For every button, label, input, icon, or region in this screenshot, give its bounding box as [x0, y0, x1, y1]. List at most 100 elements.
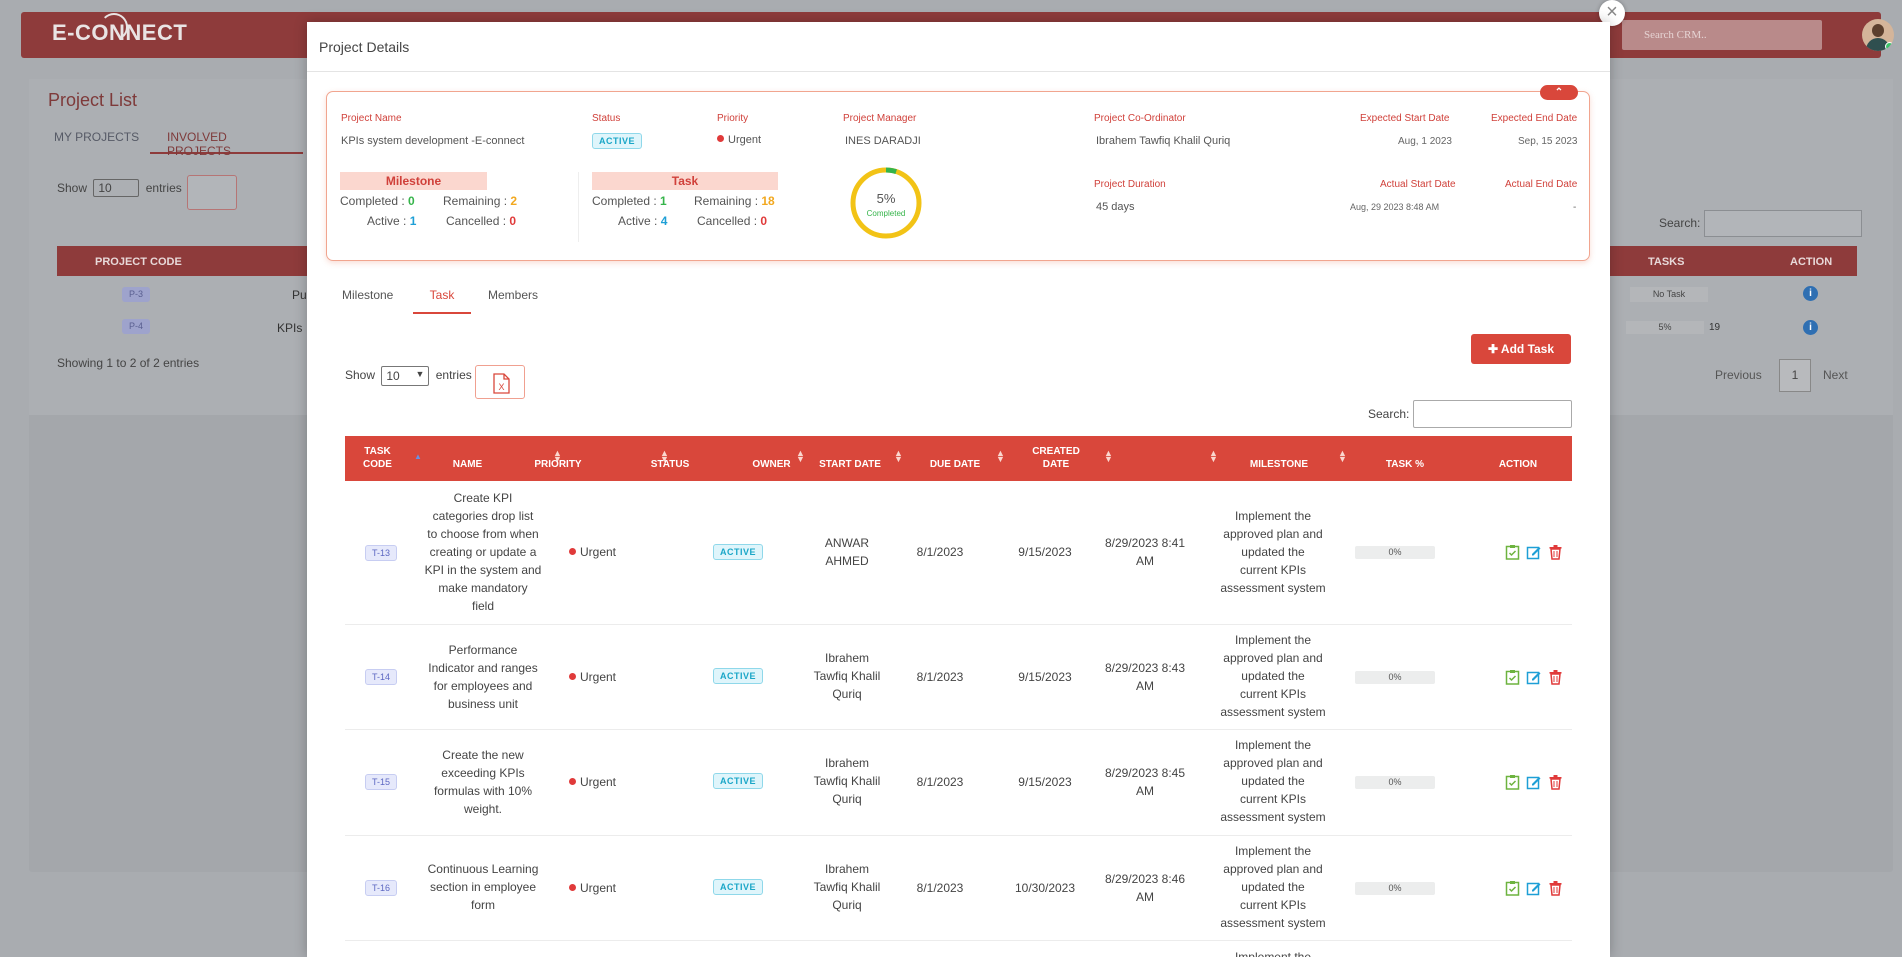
partial-milestone-cell: Implement the	[1234, 950, 1312, 957]
col-tasks[interactable]: TASKS	[1648, 256, 1684, 268]
duration-value: 45 days	[1096, 201, 1135, 213]
bg-search-label: Search:	[1659, 216, 1701, 230]
start-date-cell: 8/1/2023	[916, 670, 964, 684]
sort-asc-icon: ▲	[414, 452, 422, 461]
sort-icon: ▲ ▼	[1104, 448, 1113, 464]
task-search-input[interactable]	[1413, 400, 1572, 428]
owner-cell: ANWAR AHMED	[824, 536, 870, 568]
excel-export-button[interactable]: X	[475, 365, 525, 399]
pagination-page-1[interactable]: 1	[1779, 359, 1811, 392]
tab-involved-projects[interactable]: INVOLVED PROJECTS	[150, 121, 303, 158]
project-details-modal: Project Details ⌃ Project Name KPIs syst…	[307, 22, 1610, 957]
clipboard-check-icon[interactable]	[1505, 544, 1520, 560]
table-row[interactable]: T-15 Create the new exceeding KPIs formula…	[345, 730, 1572, 836]
bg-table-info: Showing 1 to 2 of 2 entries	[57, 356, 200, 370]
bg-excel-export-button[interactable]	[187, 175, 237, 210]
owner-cell: Ibrahem Tawfiq Khalil Quriq	[813, 756, 881, 806]
col-name[interactable]: NAME	[445, 458, 490, 471]
milestone-box-title: Milestone	[340, 172, 487, 190]
info-icon[interactable]: i	[1803, 286, 1818, 301]
svg-text:X: X	[498, 382, 504, 392]
tab-task[interactable]: Task	[413, 279, 471, 314]
sort-icon: ▲ ▼	[1209, 448, 1218, 464]
tab-milestone[interactable]: Milestone	[342, 288, 393, 302]
edit-icon[interactable]	[1526, 774, 1541, 790]
start-date-cell: 8/1/2023	[916, 881, 964, 895]
project-progress-ring: 5% Completed	[850, 167, 922, 239]
task-table-header: TASK CODE ▲ NAME ▲ ▼ PRIORITY ▲ ▼ STATUS ▲ ▼…	[345, 436, 1572, 481]
expected-start-label: Expected Start Date	[1360, 113, 1450, 124]
col-milestone[interactable]: MILESTONE	[1244, 458, 1314, 471]
col-action: ACTION	[1790, 256, 1833, 268]
task-code-badge[interactable]: T-14	[365, 669, 397, 685]
col-status[interactable]: STATUS	[645, 458, 695, 471]
tab-members[interactable]: Members	[488, 288, 538, 302]
clipboard-check-icon[interactable]	[1505, 774, 1520, 790]
col-due-date[interactable]: DUE DATE	[925, 458, 985, 471]
bg-entries-select[interactable]: 10	[93, 179, 140, 197]
expected-end-label: Expected End Date	[1491, 113, 1578, 124]
priority-cell: Urgent	[569, 543, 616, 561]
crm-search-input[interactable]: Search CRM..	[1622, 20, 1822, 50]
priority-dot-icon	[717, 135, 724, 142]
priority-dot-icon	[569, 548, 576, 555]
due-date-cell: 9/15/2023	[1018, 775, 1072, 789]
progress-completed-label: Completed	[867, 209, 906, 218]
milestone-cell: Implement the approved plan and updated th…	[1220, 633, 1326, 719]
milestone-completed: Completed : 0	[340, 194, 415, 208]
priority-dot-icon	[569, 778, 576, 785]
pagination-next[interactable]: Next	[1823, 368, 1848, 382]
start-date-cell: 8/1/2023	[916, 545, 964, 559]
col-task-pct: TASK %	[1385, 459, 1425, 470]
owner-cell: Ibrahem Tawfiq Khalil Quriq	[813, 862, 881, 912]
task-remaining: Remaining : 18	[694, 194, 775, 208]
tab-my-projects[interactable]: MY PROJECTS	[54, 130, 139, 144]
pagination-previous[interactable]: Previous	[1715, 368, 1762, 382]
task-progress-bar: 0%	[1355, 776, 1435, 789]
col-owner[interactable]: OWNER	[749, 458, 794, 471]
task-code-badge[interactable]: T-16	[365, 880, 397, 896]
col-priority[interactable]: PRIORITY	[532, 458, 584, 471]
delete-icon[interactable]	[1548, 544, 1563, 560]
sort-icon: ▲ ▼	[894, 448, 903, 464]
edit-icon[interactable]	[1526, 669, 1541, 685]
col-task-code[interactable]: TASK CODE	[355, 445, 400, 471]
delete-icon[interactable]	[1548, 669, 1563, 685]
table-row[interactable]: T-13 Create KPI categories drop list to ch…	[345, 481, 1572, 625]
no-task-label: No Task	[1630, 287, 1708, 302]
task-code-badge[interactable]: T-15	[365, 774, 397, 790]
user-avatar[interactable]	[1862, 19, 1894, 51]
progress-percent-text: 5%	[877, 191, 896, 206]
collapse-summary-button[interactable]: ⌃	[1540, 85, 1578, 100]
table-row[interactable]: T-16 Continuous Learning section in emplo…	[345, 836, 1572, 941]
priority-cell: Urgent	[569, 879, 616, 897]
edit-icon[interactable]	[1526, 544, 1541, 560]
milestone-cell: Implement the approved plan and updated th…	[1220, 509, 1326, 595]
bg-search-input[interactable]	[1704, 210, 1862, 237]
priority-dot-icon	[569, 884, 576, 891]
due-date-cell: 9/15/2023	[1018, 670, 1072, 684]
delete-icon[interactable]	[1548, 880, 1563, 896]
clipboard-check-icon[interactable]	[1505, 669, 1520, 685]
actual-start-value: Aug, 29 2023 8:48 AM	[1350, 202, 1440, 212]
table-row[interactable]: T-14 Performance Indicator and ranges for …	[345, 625, 1572, 730]
info-icon[interactable]: i	[1803, 320, 1818, 335]
task-completed: Completed : 1	[592, 194, 667, 208]
due-date-cell: 10/30/2023	[1014, 881, 1076, 895]
clipboard-check-icon[interactable]	[1505, 880, 1520, 896]
created-date-cell: 8/29/2023 8:45 AM	[1104, 766, 1186, 798]
milestone-cell: Implement the approved plan and updated th…	[1220, 738, 1326, 824]
col-created-date[interactable]: CREATED DATE	[1026, 445, 1086, 471]
expected-end-value: Sep, 15 2023	[1518, 136, 1578, 147]
milestone-cancelled: Cancelled : 0	[446, 214, 517, 228]
entries-select[interactable]: 10 ▼	[381, 366, 430, 386]
sort-icon: ▲ ▼	[1338, 448, 1347, 464]
col-project-code[interactable]: PROJECT CODE	[95, 256, 182, 268]
edit-icon[interactable]	[1526, 880, 1541, 896]
col-start-date[interactable]: START DATE	[815, 458, 885, 471]
add-task-button[interactable]: ✚ Add Task	[1471, 334, 1571, 364]
task-code-badge[interactable]: T-13	[365, 545, 397, 561]
priority-dot-icon	[569, 673, 576, 680]
milestone-remaining: Remaining : 2	[443, 194, 518, 208]
delete-icon[interactable]	[1548, 774, 1563, 790]
